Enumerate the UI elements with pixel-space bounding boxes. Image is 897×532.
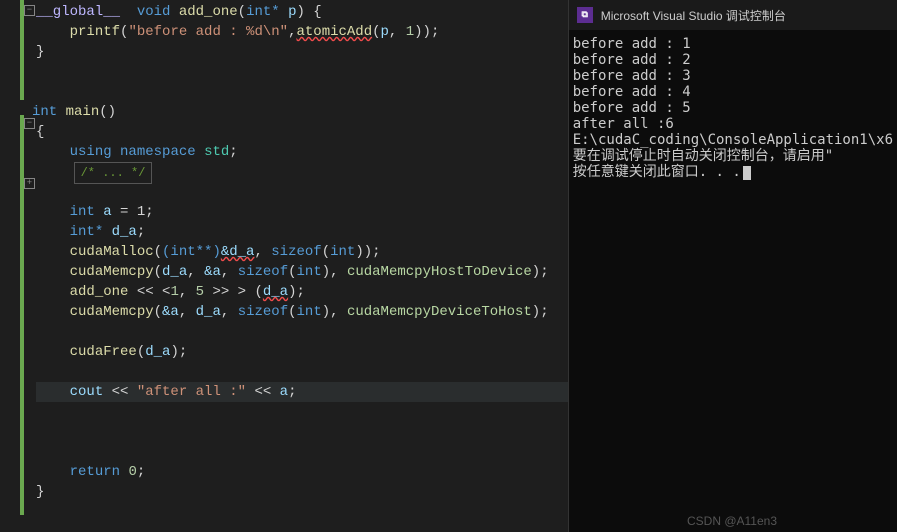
code-token: int xyxy=(330,244,355,260)
console-line: before add : 2 xyxy=(573,52,691,68)
code-token: = 1 xyxy=(112,204,146,220)
watermark: CSDN @A11en3 xyxy=(687,514,777,528)
code-token-error: &d_a xyxy=(221,244,255,260)
console-line: before add : 1 xyxy=(573,36,691,52)
code-token: int xyxy=(297,264,322,280)
code-token: (int**) xyxy=(162,244,221,260)
console-line: 按任意键关闭此窗口. . . xyxy=(573,164,741,180)
code-token: printf xyxy=(70,24,120,40)
code-token: cudaMemcpy xyxy=(70,304,154,320)
debug-console-window: ⧉ Microsoft Visual Studio 调试控制台 before a… xyxy=(568,0,897,532)
code-token: 5 xyxy=(196,284,204,300)
code-token: d_a xyxy=(162,264,187,280)
code-token: "after all :" xyxy=(137,384,246,400)
console-line: before add : 5 xyxy=(573,100,691,116)
code-token: int* xyxy=(70,224,104,240)
code-token: 0 xyxy=(128,464,136,480)
code-token: cudaMemcpyHostToDevice xyxy=(347,264,532,280)
code-token: int xyxy=(32,104,57,120)
code-editor[interactable]: − − + __global__ void add_one(int* p) { … xyxy=(0,0,568,532)
change-indicator xyxy=(20,115,24,515)
code-token: __global__ xyxy=(36,4,120,20)
code-token: sizeof xyxy=(271,244,321,260)
code-token: sizeof xyxy=(238,304,288,320)
console-line: before add : 4 xyxy=(573,84,691,100)
code-token: << xyxy=(103,384,137,400)
code-token: using xyxy=(70,144,112,160)
console-output[interactable]: before add : 1 before add : 2 before add… xyxy=(569,30,897,532)
vs-icon: ⧉ xyxy=(577,7,593,23)
code-token-error: d_a xyxy=(263,284,288,300)
code-token: cudaFree xyxy=(70,344,137,360)
code-token: 1 xyxy=(406,24,414,40)
code-token: &a xyxy=(204,264,221,280)
fold-toggle[interactable]: + xyxy=(24,178,35,189)
code-token: main xyxy=(66,104,100,120)
code-token: cudaMalloc xyxy=(70,244,154,260)
code-token: a xyxy=(280,384,288,400)
collapsed-region[interactable]: /* ... */ xyxy=(74,162,153,184)
console-line: before add : 3 xyxy=(573,68,691,84)
code-token: &a xyxy=(162,304,179,320)
code-token: return xyxy=(70,464,120,480)
code-token: "before add : %d\n" xyxy=(128,24,288,40)
console-line: E:\cudaC_coding\ConsoleApplication1\x6 xyxy=(573,132,893,148)
code-token: void xyxy=(137,4,171,20)
code-token: cout xyxy=(70,384,104,400)
code-token: d_a xyxy=(145,344,170,360)
code-token: d_a xyxy=(196,304,221,320)
cursor xyxy=(743,166,751,180)
code-token: cudaMemcpy xyxy=(70,264,154,280)
code-token: int xyxy=(297,304,322,320)
console-line: 要在调试停止时自动关闭控制台，请启用" xyxy=(573,148,833,164)
code-token: std xyxy=(204,144,229,160)
code-token: int* xyxy=(246,4,280,20)
code-token: p xyxy=(381,24,389,40)
console-line: after all :6 xyxy=(573,116,674,132)
code-content[interactable]: __global__ void add_one(int* p) { printf… xyxy=(36,0,568,502)
code-token: int xyxy=(70,204,95,220)
code-token: 1 xyxy=(170,284,178,300)
code-token: << xyxy=(246,384,280,400)
console-titlebar[interactable]: ⧉ Microsoft Visual Studio 调试控制台 xyxy=(569,0,897,30)
code-token: sizeof xyxy=(238,264,288,280)
code-token: add_one xyxy=(179,4,238,20)
code-token: namespace xyxy=(120,144,196,160)
code-token: d_a xyxy=(112,224,137,240)
code-token-error: atomicAdd xyxy=(296,24,372,40)
code-token: cudaMemcpyDeviceToHost xyxy=(347,304,532,320)
code-token: a xyxy=(103,204,111,220)
fold-toggle[interactable]: − xyxy=(24,5,35,16)
console-title: Microsoft Visual Studio 调试控制台 xyxy=(601,7,786,24)
code-token: add_one xyxy=(70,284,129,300)
code-token: p xyxy=(288,4,296,20)
